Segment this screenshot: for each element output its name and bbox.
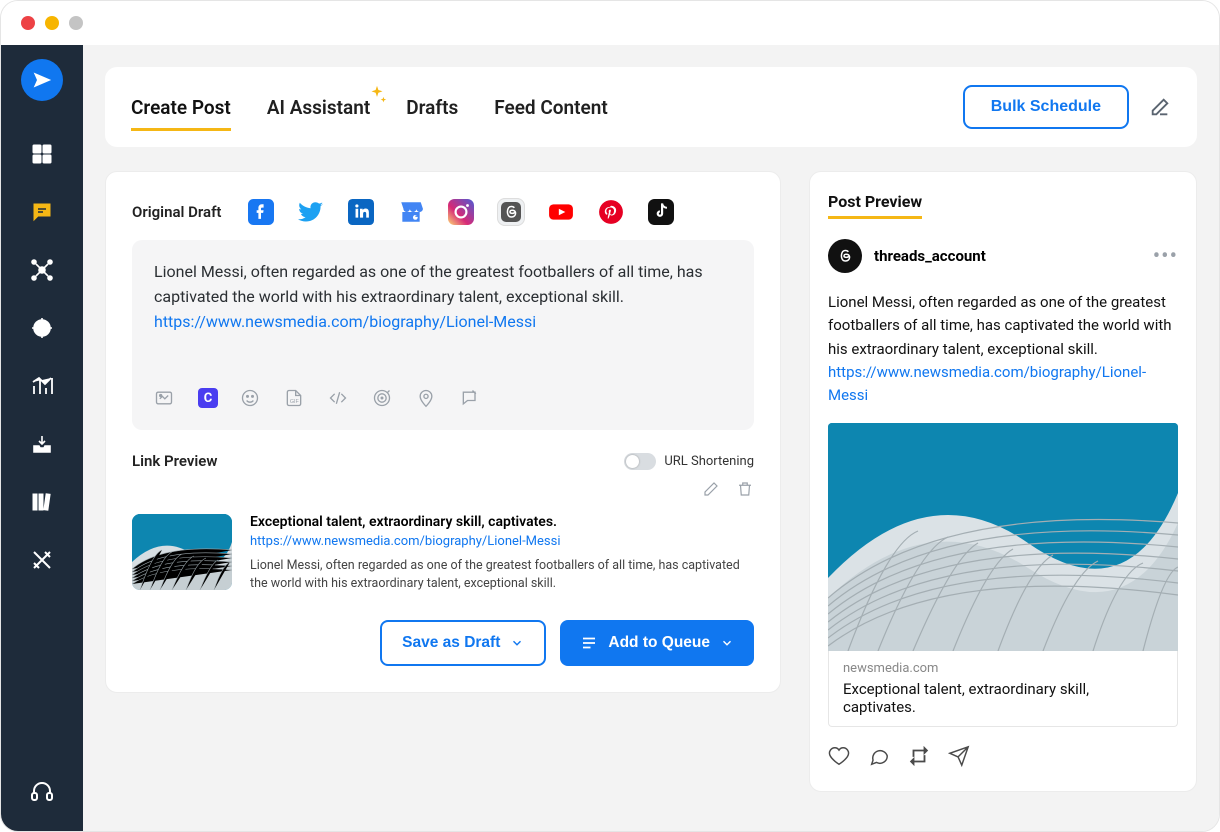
- nav-analytics-icon[interactable]: [29, 373, 55, 399]
- post-text: Lionel Messi, often regarded as one of t…: [154, 262, 703, 306]
- nav-compose-icon[interactable]: [29, 199, 55, 225]
- preview-link-title: Exceptional talent, extraordinary skill,…: [843, 680, 1163, 716]
- url-shortening-toggle[interactable]: [624, 453, 656, 470]
- svg-text:GIF: GIF: [290, 399, 300, 405]
- twitter-icon[interactable]: [297, 198, 325, 226]
- youtube-icon[interactable]: [547, 198, 575, 226]
- code-icon[interactable]: [328, 388, 350, 410]
- link-preview-section: Link Preview URL Shortening: [132, 452, 754, 592]
- save-as-draft-label: Save as Draft: [402, 634, 500, 652]
- nav-target-icon[interactable]: [29, 315, 55, 341]
- editor-card: Original Draft: [105, 171, 781, 693]
- original-draft-label: Original Draft: [132, 203, 221, 221]
- workspace: Create Post AI Assistant Drafts Feed Con…: [1, 45, 1219, 831]
- tab-drafts[interactable]: Drafts: [406, 96, 458, 119]
- comment-icon[interactable]: [868, 745, 890, 771]
- gif-icon[interactable]: GIF: [284, 388, 306, 410]
- preview-more-icon[interactable]: •••: [1153, 244, 1178, 269]
- window-max-dot[interactable]: [69, 16, 83, 30]
- editor-toolbar: C GIF: [154, 388, 732, 410]
- nav-settings-icon[interactable]: [29, 547, 55, 573]
- preview-post-text: Lionel Messi, often regarded as one of t…: [828, 293, 1172, 358]
- threads-icon[interactable]: [497, 198, 525, 226]
- share-icon[interactable]: [948, 745, 970, 771]
- post-textarea[interactable]: Lionel Messi, often regarded as one of t…: [132, 240, 754, 430]
- window-close-dot[interactable]: [21, 16, 35, 30]
- window-min-dot[interactable]: [45, 16, 59, 30]
- post-preview-title: Post Preview: [828, 192, 922, 211]
- preview-link-domain: newsmedia.com: [843, 661, 1163, 676]
- google-business-icon[interactable]: [397, 198, 425, 226]
- post-link[interactable]: https://www.newsmedia.com/biography/Lion…: [154, 312, 536, 331]
- sparkle-icon: [366, 84, 388, 106]
- url-shortening-label: URL Shortening: [664, 454, 754, 469]
- link-preview-desc: Lionel Messi, often regarded as one of t…: [250, 557, 754, 592]
- location-icon[interactable]: [416, 388, 438, 410]
- social-network-tabs: [247, 198, 675, 226]
- add-to-queue-label: Add to Queue: [608, 634, 710, 652]
- compose-icon[interactable]: [1149, 96, 1171, 118]
- preview-action-bar: [828, 745, 1178, 771]
- link-preview-headline: Exceptional talent, extraordinary skill,…: [250, 514, 754, 530]
- instagram-icon[interactable]: [447, 198, 475, 226]
- app-window: Create Post AI Assistant Drafts Feed Con…: [0, 0, 1220, 832]
- repost-icon[interactable]: [908, 745, 930, 771]
- save-as-draft-button[interactable]: Save as Draft: [380, 620, 546, 666]
- preview-link-image: [828, 423, 1178, 651]
- goal-icon[interactable]: [372, 388, 394, 410]
- preview-avatar-threads-icon: [828, 239, 862, 273]
- tab-ai-assistant-label: AI Assistant: [267, 96, 370, 119]
- app-logo[interactable]: [21, 59, 63, 101]
- pinterest-icon[interactable]: [597, 198, 625, 226]
- main-area: Create Post AI Assistant Drafts Feed Con…: [83, 45, 1219, 831]
- nav-dashboard-icon[interactable]: [29, 141, 55, 167]
- tab-create-post[interactable]: Create Post: [131, 96, 231, 119]
- tag-message-icon[interactable]: [460, 388, 482, 410]
- nav-support-icon[interactable]: [29, 779, 55, 805]
- edit-link-preview-icon[interactable]: [702, 480, 720, 502]
- nav-inbox-icon[interactable]: [29, 431, 55, 457]
- queue-icon: [580, 634, 598, 652]
- delete-link-preview-icon[interactable]: [736, 480, 754, 502]
- link-preview-url[interactable]: https://www.newsmedia.com/biography/Lion…: [250, 534, 754, 549]
- canva-icon[interactable]: C: [198, 388, 218, 408]
- media-icon[interactable]: [154, 388, 176, 410]
- nav-connections-icon[interactable]: [29, 257, 55, 283]
- preview-post-body: Lionel Messi, often regarded as one of t…: [828, 291, 1178, 407]
- preview-post-link[interactable]: https://www.newsmedia.com/biography/Lion…: [828, 363, 1146, 404]
- preview-account-name: threads_account: [874, 247, 986, 265]
- like-icon[interactable]: [828, 745, 850, 771]
- link-preview-title: Link Preview: [132, 452, 217, 470]
- top-tabs-card: Create Post AI Assistant Drafts Feed Con…: [105, 67, 1197, 147]
- window-titlebar: [1, 1, 1219, 45]
- nav-list: [29, 141, 55, 573]
- emoji-icon[interactable]: [240, 388, 262, 410]
- tab-ai-assistant[interactable]: AI Assistant: [267, 96, 370, 119]
- add-to-queue-button[interactable]: Add to Queue: [560, 620, 754, 666]
- tiktok-icon[interactable]: [647, 198, 675, 226]
- sidebar: [1, 45, 83, 831]
- preview-link-caption: newsmedia.com Exceptional talent, extrao…: [828, 651, 1178, 727]
- post-textarea-content: Lionel Messi, often regarded as one of t…: [154, 260, 732, 334]
- chevron-down-icon: [720, 636, 734, 650]
- post-preview-card: Post Preview threads_account ••• Lionel …: [809, 171, 1197, 792]
- facebook-icon[interactable]: [247, 198, 275, 226]
- link-preview-thumbnail: [132, 514, 232, 590]
- linkedin-icon[interactable]: [347, 198, 375, 226]
- tab-feed-content[interactable]: Feed Content: [494, 96, 608, 119]
- nav-library-icon[interactable]: [29, 489, 55, 515]
- bulk-schedule-button[interactable]: Bulk Schedule: [963, 85, 1129, 129]
- chevron-down-icon: [510, 636, 524, 650]
